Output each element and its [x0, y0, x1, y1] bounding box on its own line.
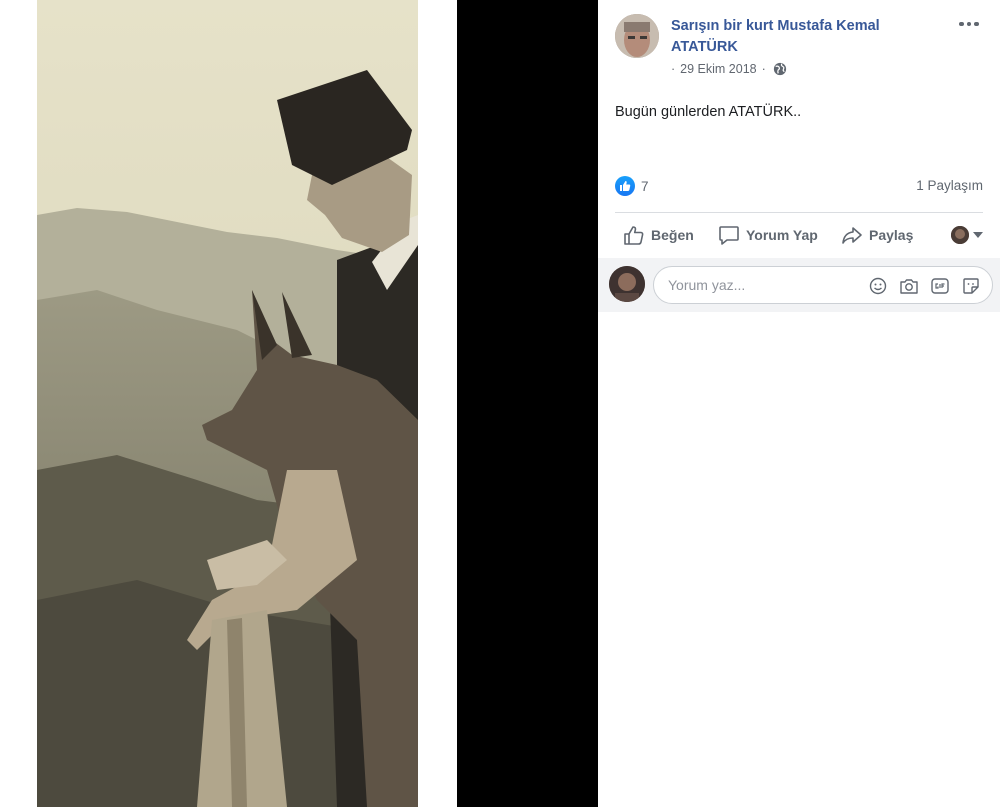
share-count-link[interactable]: 1 Paylaşım	[916, 178, 983, 193]
thumbs-up-icon	[624, 226, 644, 245]
comment-input[interactable]: Yorum yaz...	[653, 266, 993, 304]
post-date-link[interactable]: 29 Ekim 2018	[680, 62, 756, 76]
comment-tools	[867, 276, 982, 296]
divider	[615, 212, 983, 213]
post-photo[interactable]	[37, 0, 418, 807]
comment-composer: Yorum yaz...	[598, 258, 1000, 312]
emoji-icon[interactable]	[867, 276, 889, 296]
more-options-icon[interactable]	[958, 16, 980, 32]
share-button-label: Paylaş	[869, 227, 914, 243]
photo-viewer	[0, 0, 598, 807]
viewer-letterbox	[457, 0, 598, 807]
share-arrow-icon	[842, 227, 862, 244]
comment-bubble-icon	[719, 226, 739, 245]
chevron-down-icon	[973, 232, 983, 238]
comment-button[interactable]: Yorum Yap	[718, 225, 818, 245]
camera-icon[interactable]	[898, 276, 920, 296]
share-button[interactable]: Paylaş	[841, 225, 913, 245]
meta-separator: ·	[761, 62, 766, 76]
sticker-icon[interactable]	[960, 276, 982, 296]
comment-placeholder: Yorum yaz...	[668, 277, 746, 293]
like-button-label: Beğen	[651, 227, 694, 243]
viewer-avatar-small	[951, 226, 969, 244]
viewer-avatar[interactable]	[609, 266, 645, 302]
globe-icon[interactable]	[773, 62, 787, 76]
comment-button-label: Yorum Yap	[746, 227, 818, 243]
action-bar: Beğen Yorum Yap Paylaş	[615, 218, 983, 252]
comment-as-selector[interactable]	[951, 226, 983, 244]
gif-icon[interactable]	[929, 276, 951, 296]
like-button[interactable]: Beğen	[623, 225, 694, 245]
post-meta: · 29 Ekim 2018 ·	[671, 62, 787, 76]
photo-illustration	[37, 0, 418, 807]
reaction-summary[interactable]: 7	[615, 176, 649, 196]
author-avatar[interactable]	[615, 14, 659, 58]
meta-dot: ·	[671, 62, 676, 76]
post-panel: Sarışın bir kurt Mustafa Kemal ATATÜRK ·…	[598, 0, 1000, 807]
post-text: Bugün günlerden ATATÜRK..	[615, 104, 802, 120]
like-reaction-icon	[615, 176, 635, 196]
avatar-illustration	[615, 14, 659, 58]
author-name-link[interactable]: Sarışın bir kurt Mustafa Kemal ATATÜRK	[671, 16, 931, 58]
like-count: 7	[641, 178, 649, 194]
